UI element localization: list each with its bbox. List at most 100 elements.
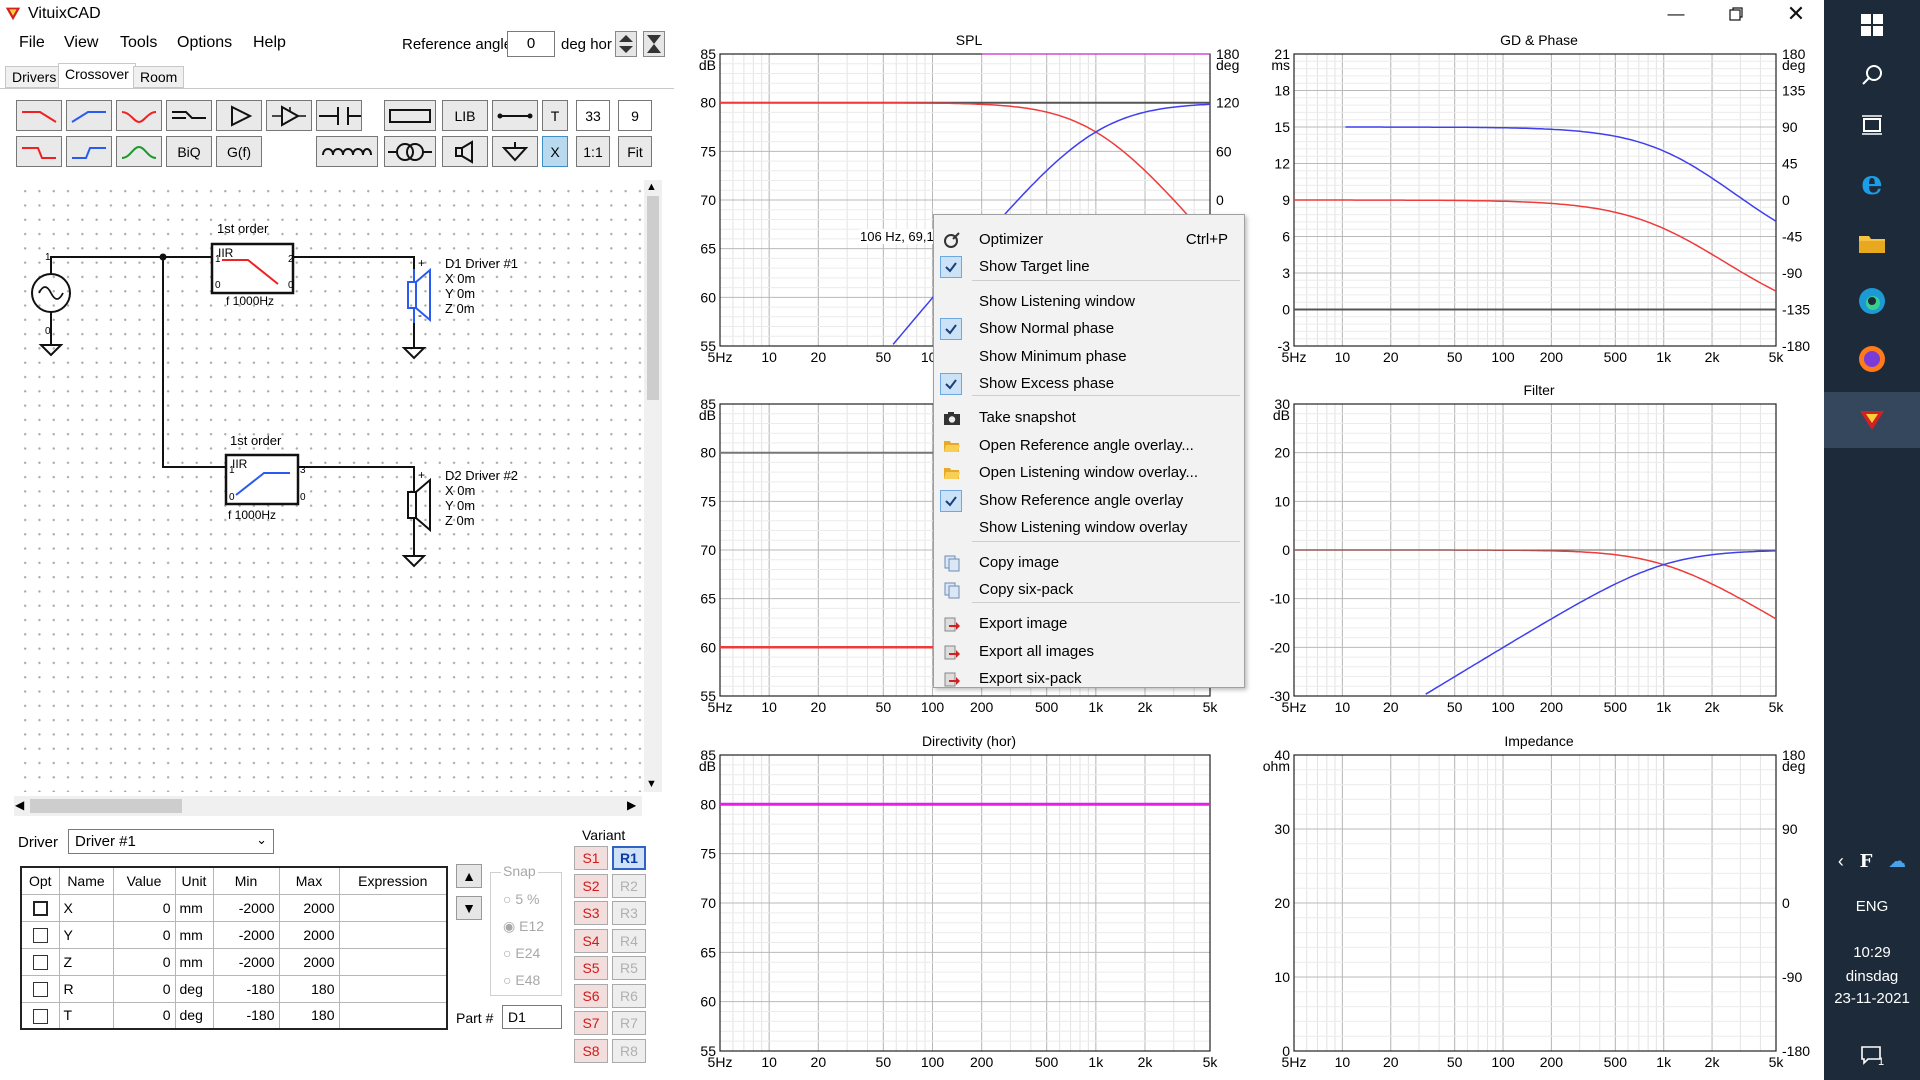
menu-item-open-reference-angle-overlay[interactable]: Open Reference angle overlay... [934,433,1244,459]
capacitor-button[interactable] [316,100,362,131]
buffer-button[interactable] [266,100,312,131]
minimize-button[interactable]: — [1646,0,1706,28]
angle-spin-button[interactable] [615,31,637,57]
min-cell[interactable]: -2000 [212,920,280,949]
opt-checkbox[interactable] [32,954,48,970]
variant-r7-button[interactable]: R7 [612,1011,646,1035]
variant-r5-button[interactable]: R5 [612,956,646,980]
value-cell[interactable]: 0 [112,974,176,1003]
variant-r4-button[interactable]: R4 [612,928,646,953]
table-row[interactable]: T 0 deg -180 180 [20,1001,448,1030]
menu-options[interactable]: Options [177,34,232,52]
variant-s2-button[interactable]: S2 [574,873,608,898]
menu-item-show-excess-phase[interactable]: Show Excess phase [934,371,1244,397]
notch-filter-button[interactable] [116,100,162,131]
opt-checkbox[interactable] [32,1008,48,1024]
opt-checkbox[interactable] [32,900,48,916]
speaker-button[interactable] [442,136,488,167]
menu-item-show-normal-phase[interactable]: Show Normal phase [934,316,1244,342]
menu-item-show-reference-angle-overlay[interactable]: Show Reference angle overlay [934,488,1244,514]
menu-file[interactable]: File [19,34,45,52]
resistor-button[interactable] [384,100,436,131]
windows-start-icon[interactable] [1824,0,1920,50]
firefox-icon[interactable] [1824,334,1920,384]
variant-r1-button[interactable]: R1 [612,846,646,870]
menu-item-export-six-pack[interactable]: Export six-pack [934,666,1244,692]
variant-s8-button[interactable]: S8 [574,1038,608,1063]
snap-option-5[interactable]: ○ 5 % [503,891,539,907]
expression-cell[interactable] [338,974,448,1003]
opt-cell[interactable] [20,893,60,922]
max-cell[interactable]: 180 [278,974,340,1003]
grid-size-field[interactable]: 33 [576,100,610,131]
gd-phase-graph[interactable]: GD & Phase 5Hz 10 20 50 100 200 500 1k 2k 5k 21 18 1… [1254,30,1824,370]
min-cell[interactable]: -180 [212,1001,280,1030]
table-row[interactable]: R 0 deg -180 180 [20,974,448,1003]
opt-cell[interactable] [20,1001,60,1030]
value-cell[interactable]: 0 [112,1001,176,1030]
wire-button[interactable] [492,100,538,131]
angle-reset-button[interactable] [643,31,665,57]
tab-room[interactable]: Room [133,66,185,88]
search-icon[interactable] [1824,50,1920,100]
menu-item-show-listening-window-overlay[interactable]: Show Listening window overlay [934,515,1244,541]
max-cell[interactable]: 2000 [278,947,340,976]
min-cell[interactable]: -180 [212,974,280,1003]
task-view-icon[interactable] [1824,100,1920,150]
onedrive-icon[interactable]: ☁ [1888,851,1906,872]
scroll-right-icon[interactable]: ▶ [627,798,636,812]
variant-s7-button[interactable]: S7 [574,1011,608,1035]
variant-s1-button[interactable]: S1 [574,846,608,870]
max-cell[interactable]: 180 [278,1001,340,1030]
highpass-filter-button[interactable] [66,100,112,131]
scroll-left-icon[interactable]: ◀ [15,798,24,812]
cross-button[interactable]: X [542,136,568,167]
variant-s3-button[interactable]: S3 [574,901,608,925]
lowpass-2-button[interactable] [16,136,62,167]
library-button[interactable]: LIB [442,100,488,131]
expression-cell[interactable] [338,1001,448,1030]
move-down-button[interactable]: ▼ [456,896,482,920]
clock-date[interactable]: 23-11-2021 [1824,990,1920,1007]
file-explorer-icon[interactable] [1824,218,1920,268]
restore-button[interactable] [1706,0,1766,28]
table-row[interactable]: X 0 mm -2000 2000 [20,893,448,922]
clock-day[interactable]: dinsdag [1824,968,1920,985]
shelf-filter-button[interactable] [166,100,212,131]
clock-time[interactable]: 10:29 [1824,944,1920,961]
transformer-button[interactable] [384,136,436,167]
variant-r2-button[interactable]: R2 [612,873,646,898]
opt-checkbox[interactable] [32,981,48,997]
snap-option-e24[interactable]: ○ E24 [503,945,540,961]
variant-r6-button[interactable]: R6 [612,983,646,1008]
value-cell[interactable]: 0 [112,947,176,976]
chevron-left-icon[interactable]: ‹ [1838,851,1844,872]
impedance-graph[interactable]: Impedance 5Hz 10 20 50 100 200 500 1k 2k 5k 40 30 20… [1254,731,1824,1075]
menu-item-export-image[interactable]: Export image [934,611,1244,637]
menu-item-open-listening-window-overlay[interactable]: Open Listening window overlay... [934,460,1244,486]
edge-icon[interactable] [1824,276,1920,326]
opt-cell[interactable] [20,947,60,976]
table-row[interactable]: Y 0 mm -2000 2000 [20,920,448,949]
opt-cell[interactable] [20,920,60,949]
menu-tools[interactable]: Tools [120,34,157,52]
move-up-button[interactable]: ▲ [456,864,482,888]
expression-cell[interactable] [338,920,448,949]
internet-explorer-icon[interactable]: e [1824,158,1920,208]
variant-s6-button[interactable]: S6 [574,983,608,1008]
variant-s4-button[interactable]: S4 [574,928,608,953]
opt-cell[interactable] [20,974,60,1003]
highpass-2-button[interactable] [66,136,112,167]
variant-s5-button[interactable]: S5 [574,956,608,980]
part-number-input[interactable]: D1 [502,1005,562,1029]
max-cell[interactable]: 2000 [278,893,340,922]
grid-step-field[interactable]: 9 [618,100,652,131]
tab-drivers[interactable]: Drivers [5,66,64,88]
min-cell[interactable]: -2000 [212,893,280,922]
menu-item-optimizer[interactable]: Optimizer Ctrl+P [934,227,1244,253]
filter-graph[interactable]: Filter 5Hz 10 20 50 100 200 500 1k 2k 5k 30 20 10 0 -1… [1254,380,1824,720]
scroll-up-icon[interactable]: ▲ [646,181,657,193]
menu-item-export-all-images[interactable]: Export all images [934,639,1244,665]
horizontal-scroll-thumb[interactable] [30,799,182,813]
inductor-button[interactable] [316,136,378,167]
